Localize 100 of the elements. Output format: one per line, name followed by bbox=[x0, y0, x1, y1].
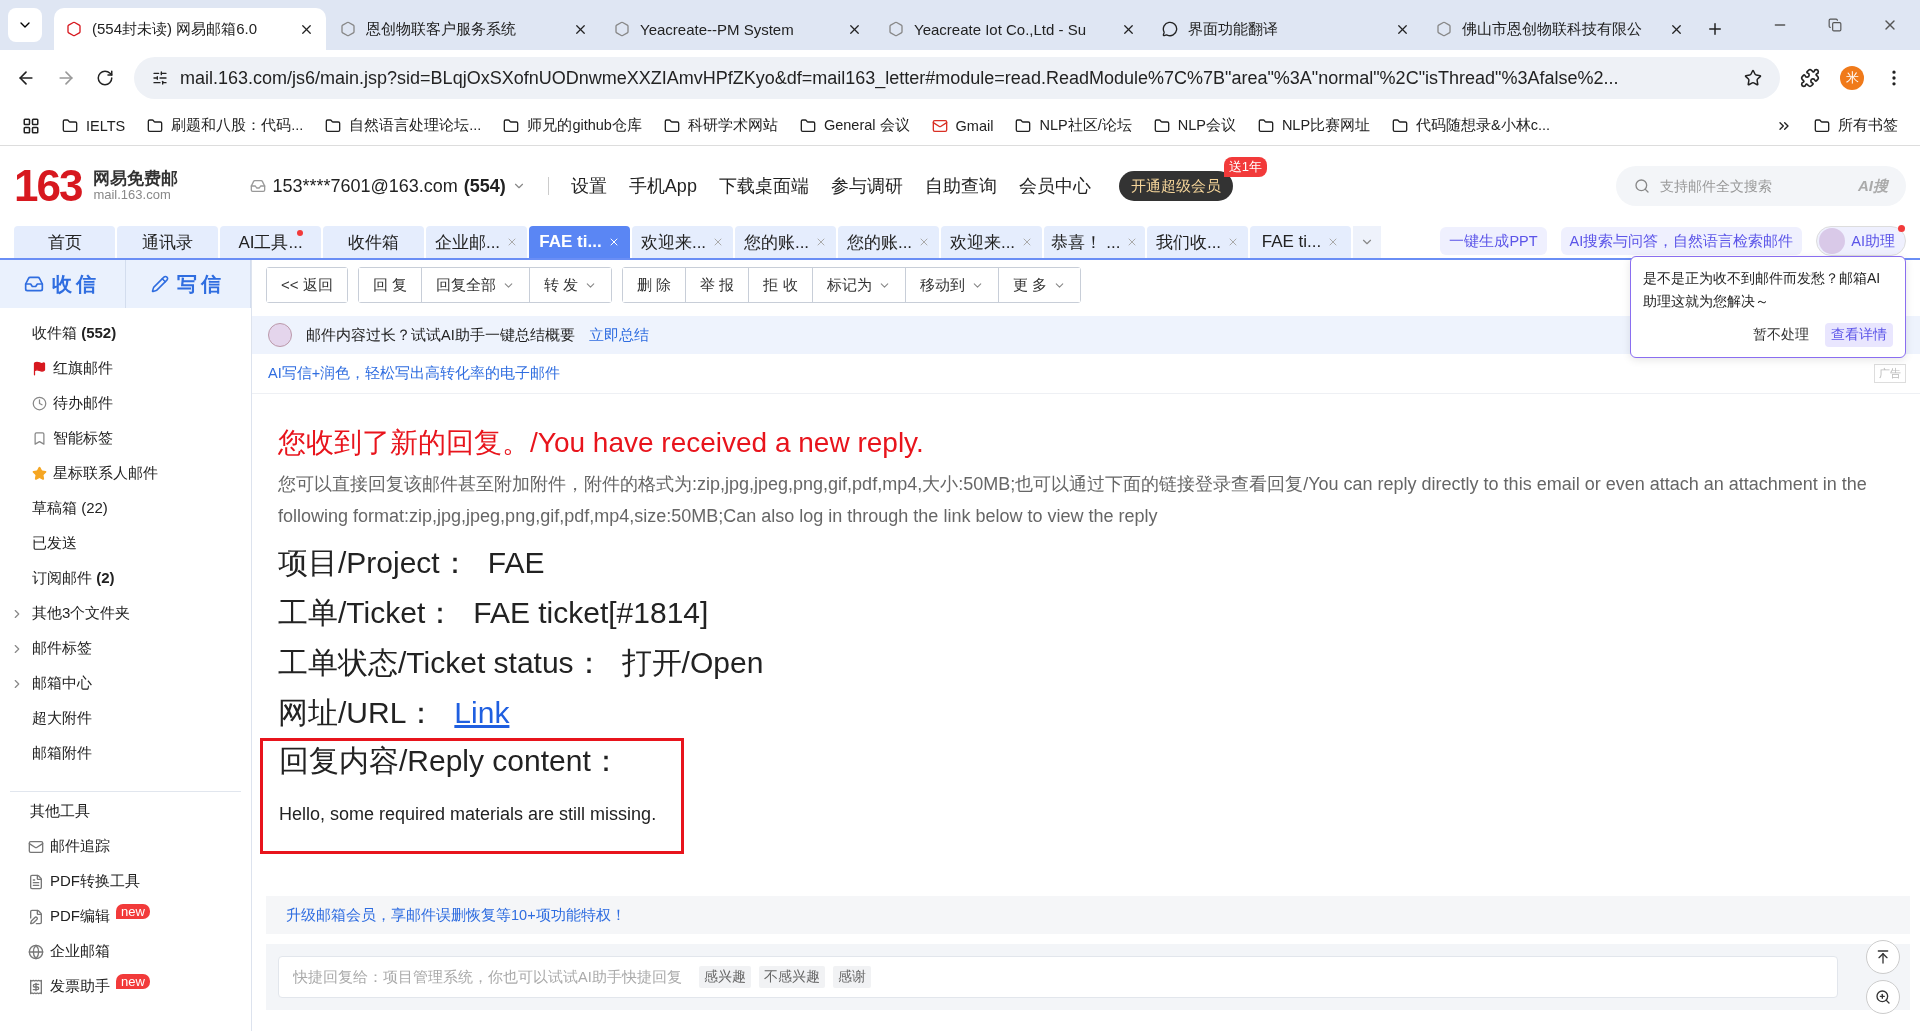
site-settings-icon[interactable] bbox=[152, 70, 168, 86]
new-tab-icon[interactable] bbox=[1706, 20, 1724, 38]
mail-tab[interactable]: 您的账... bbox=[735, 226, 836, 258]
bookmark-link[interactable]: 所有书签 bbox=[1814, 116, 1898, 135]
folder-item[interactable]: 订阅邮件 (2) bbox=[0, 569, 115, 588]
toolbar-button[interactable]: 回 复 bbox=[358, 268, 422, 302]
bookmark-link[interactable]: General 会议 bbox=[799, 116, 910, 135]
bookmark-link[interactable]: 代码随想录&小林c... bbox=[1392, 116, 1551, 135]
upgrade-banner[interactable]: 升级邮箱会员，享邮件误删恢复等10+项功能特权！ bbox=[266, 896, 1910, 934]
arrow-up-icon bbox=[1875, 949, 1891, 965]
folder-item[interactable]: 已发送 bbox=[0, 534, 77, 553]
tool-item[interactable]: 发票助手 new bbox=[0, 969, 251, 1004]
chat-icon bbox=[1162, 21, 1178, 37]
bookmark-link[interactable]: Gmail bbox=[931, 117, 994, 134]
address-bar[interactable]: mail.163.com/js6/main.jsp?sid=BLqjOxSXofnUODnwmeXXZIAmvHPfZKyo&df=mail163_letter#module=read.ReadModule%7C%7B"area"%3A"normal"%2C"isThread"%3Afalse%2... bbox=[134, 57, 1780, 99]
receive-button[interactable]: 收信 bbox=[0, 260, 126, 308]
bookmark-link[interactable]: 刷题和八股：代码... bbox=[147, 116, 304, 135]
restore-icon[interactable] bbox=[1828, 18, 1842, 32]
nav-link[interactable]: 设置 bbox=[570, 174, 607, 198]
bookmark-link[interactable]: 自然语言处理论坛... bbox=[325, 116, 482, 135]
browser-tab[interactable]: (554封未读) 网易邮箱6.0 bbox=[54, 8, 326, 50]
browser-tab[interactable]: Yeacreate--PM System bbox=[602, 8, 874, 50]
apps-icon[interactable] bbox=[22, 116, 40, 135]
inbox-icon bbox=[250, 178, 267, 194]
tool-item[interactable]: 企业邮箱 bbox=[0, 934, 251, 969]
extensions-icon[interactable] bbox=[1800, 68, 1820, 88]
ai-action-button[interactable]: 一键生成PPT bbox=[1440, 227, 1547, 255]
folder-icon bbox=[1814, 117, 1830, 134]
mail-tab[interactable]: 通讯录 bbox=[117, 226, 218, 258]
toolbar-button[interactable]: 删 除 bbox=[623, 268, 687, 302]
mail-tab[interactable]: 您的账... bbox=[838, 226, 939, 258]
popup-button[interactable]: 查看详情 bbox=[1825, 323, 1893, 347]
bookmark-link[interactable]: NLP会议 bbox=[1153, 116, 1236, 135]
logo-icon bbox=[1436, 21, 1452, 37]
nav-link[interactable]: 手机App bbox=[628, 174, 697, 198]
logo-icon bbox=[340, 21, 356, 37]
folder-item[interactable]: 红旗邮件 bbox=[0, 359, 113, 378]
mail-tab[interactable]: FAE ti... bbox=[1250, 226, 1351, 258]
field-value: FAE bbox=[487, 546, 545, 580]
nav-link[interactable]: 参与调研 bbox=[830, 174, 903, 198]
folder-item[interactable]: 邮箱附件 bbox=[0, 744, 92, 763]
folder-item[interactable]: 收件箱 (552) bbox=[0, 324, 117, 343]
ai-assistant-button[interactable]: AI助理 bbox=[1816, 226, 1906, 256]
reload-icon[interactable] bbox=[96, 69, 114, 87]
tool-item[interactable]: 邮件追踪 bbox=[0, 829, 251, 864]
mail-tab[interactable]: 我们收... bbox=[1147, 226, 1248, 258]
bookmark-link[interactable]: IELTS bbox=[62, 117, 126, 134]
nav-link[interactable]: 自助查询 bbox=[924, 174, 997, 198]
star-icon[interactable] bbox=[1744, 69, 1762, 87]
browser-tab[interactable]: 恩创物联客户服务系统 bbox=[328, 8, 600, 50]
inbox-icon bbox=[24, 274, 45, 294]
logo-domain: mail.163.com bbox=[93, 188, 172, 203]
folder-item[interactable]: 星标联系人邮件 bbox=[0, 464, 158, 483]
quick-reply-chip[interactable]: 感谢 bbox=[833, 966, 871, 988]
mail-tab[interactable]: AI工具... bbox=[220, 226, 321, 258]
folder-item[interactable]: 邮箱中心 bbox=[0, 674, 92, 693]
browser-tab[interactable]: 佛山市恩创物联科技有限公 bbox=[1424, 8, 1696, 50]
mail-tab[interactable]: 欢迎来... bbox=[632, 226, 733, 258]
folder-item[interactable]: 待办邮件 bbox=[0, 394, 113, 413]
tab-list-button[interactable] bbox=[8, 8, 42, 42]
bookmark-link[interactable]: 师兄的github仓库 bbox=[503, 116, 642, 135]
ai-action-button[interactable]: AI搜索与问答，自然语言检索邮件 bbox=[1560, 227, 1803, 255]
tool-item[interactable]: PDF转换工具 bbox=[0, 864, 251, 899]
account-menu[interactable]: 153****7601@163.com (554) bbox=[250, 175, 526, 197]
bookmark-link[interactable]: NLP比赛网址 bbox=[1257, 116, 1371, 135]
folder-icon bbox=[799, 117, 816, 134]
vip-button[interactable]: 开通超级会员 bbox=[1118, 171, 1233, 201]
clock-icon bbox=[32, 396, 47, 411]
logo-number: 163 bbox=[14, 161, 82, 211]
folder-icon bbox=[663, 117, 680, 134]
bookmark-link[interactable]: NLP社区/论坛 bbox=[1015, 116, 1132, 135]
mail-tab[interactable]: 恭喜！ ... bbox=[1044, 226, 1145, 258]
nav-link[interactable]: 下载桌面端 bbox=[718, 174, 809, 198]
mail-tab[interactable]: 企业邮... bbox=[426, 226, 527, 258]
folder-item[interactable]: 超大附件 bbox=[0, 709, 92, 728]
browser-tab[interactable]: Yeacreate Iot Co.,Ltd - Su bbox=[876, 8, 1148, 50]
quick-reply-field[interactable]: 快捷回复给：项目管理系统，你也可以试试AI助手快捷回复 感兴趣 不感兴趣 感谢 bbox=[278, 956, 1838, 998]
browser-tab[interactable]: 界面功能翻译 bbox=[1150, 8, 1422, 50]
ad-link[interactable]: AI写信+润色，轻松写出高转化率的电子邮件 bbox=[268, 364, 561, 383]
zoom-in-icon bbox=[1875, 989, 1891, 1005]
field-value: FAE ticket[#1814] bbox=[473, 596, 709, 630]
mail-tab[interactable]: 欢迎来... bbox=[941, 226, 1042, 258]
quick-reply-chip[interactable]: 不感兴趣 bbox=[759, 966, 825, 988]
folder-item[interactable]: 其他3个文件夹 bbox=[0, 604, 131, 623]
folder-item[interactable]: 草稿箱 (22) bbox=[0, 499, 108, 518]
popup-button[interactable]: 暂不处理 bbox=[1747, 323, 1815, 347]
summarize-link[interactable]: 立即总结 bbox=[588, 325, 649, 345]
compose-button[interactable]: 写信 bbox=[125, 260, 251, 308]
quick-reply-chip[interactable]: 感兴趣 bbox=[699, 966, 751, 988]
folder-item[interactable]: 邮件标签 bbox=[0, 639, 92, 658]
mail-tab[interactable]: 首页 bbox=[14, 226, 115, 258]
folder-item[interactable]: 智能标签 bbox=[0, 429, 113, 448]
url-link[interactable]: Link bbox=[454, 696, 510, 730]
mail-tab[interactable]: 收件箱 bbox=[323, 226, 424, 258]
nav-link[interactable]: 会员中心 bbox=[1018, 174, 1091, 198]
ad-tag: 广告 bbox=[1874, 364, 1906, 383]
mail-icon bbox=[28, 838, 44, 855]
tool-item[interactable]: PDF编辑 new bbox=[0, 899, 251, 934]
toolbar-button[interactable]: << 返回 bbox=[267, 268, 347, 302]
bookmark-link[interactable]: 科研学术网站 bbox=[663, 116, 778, 135]
